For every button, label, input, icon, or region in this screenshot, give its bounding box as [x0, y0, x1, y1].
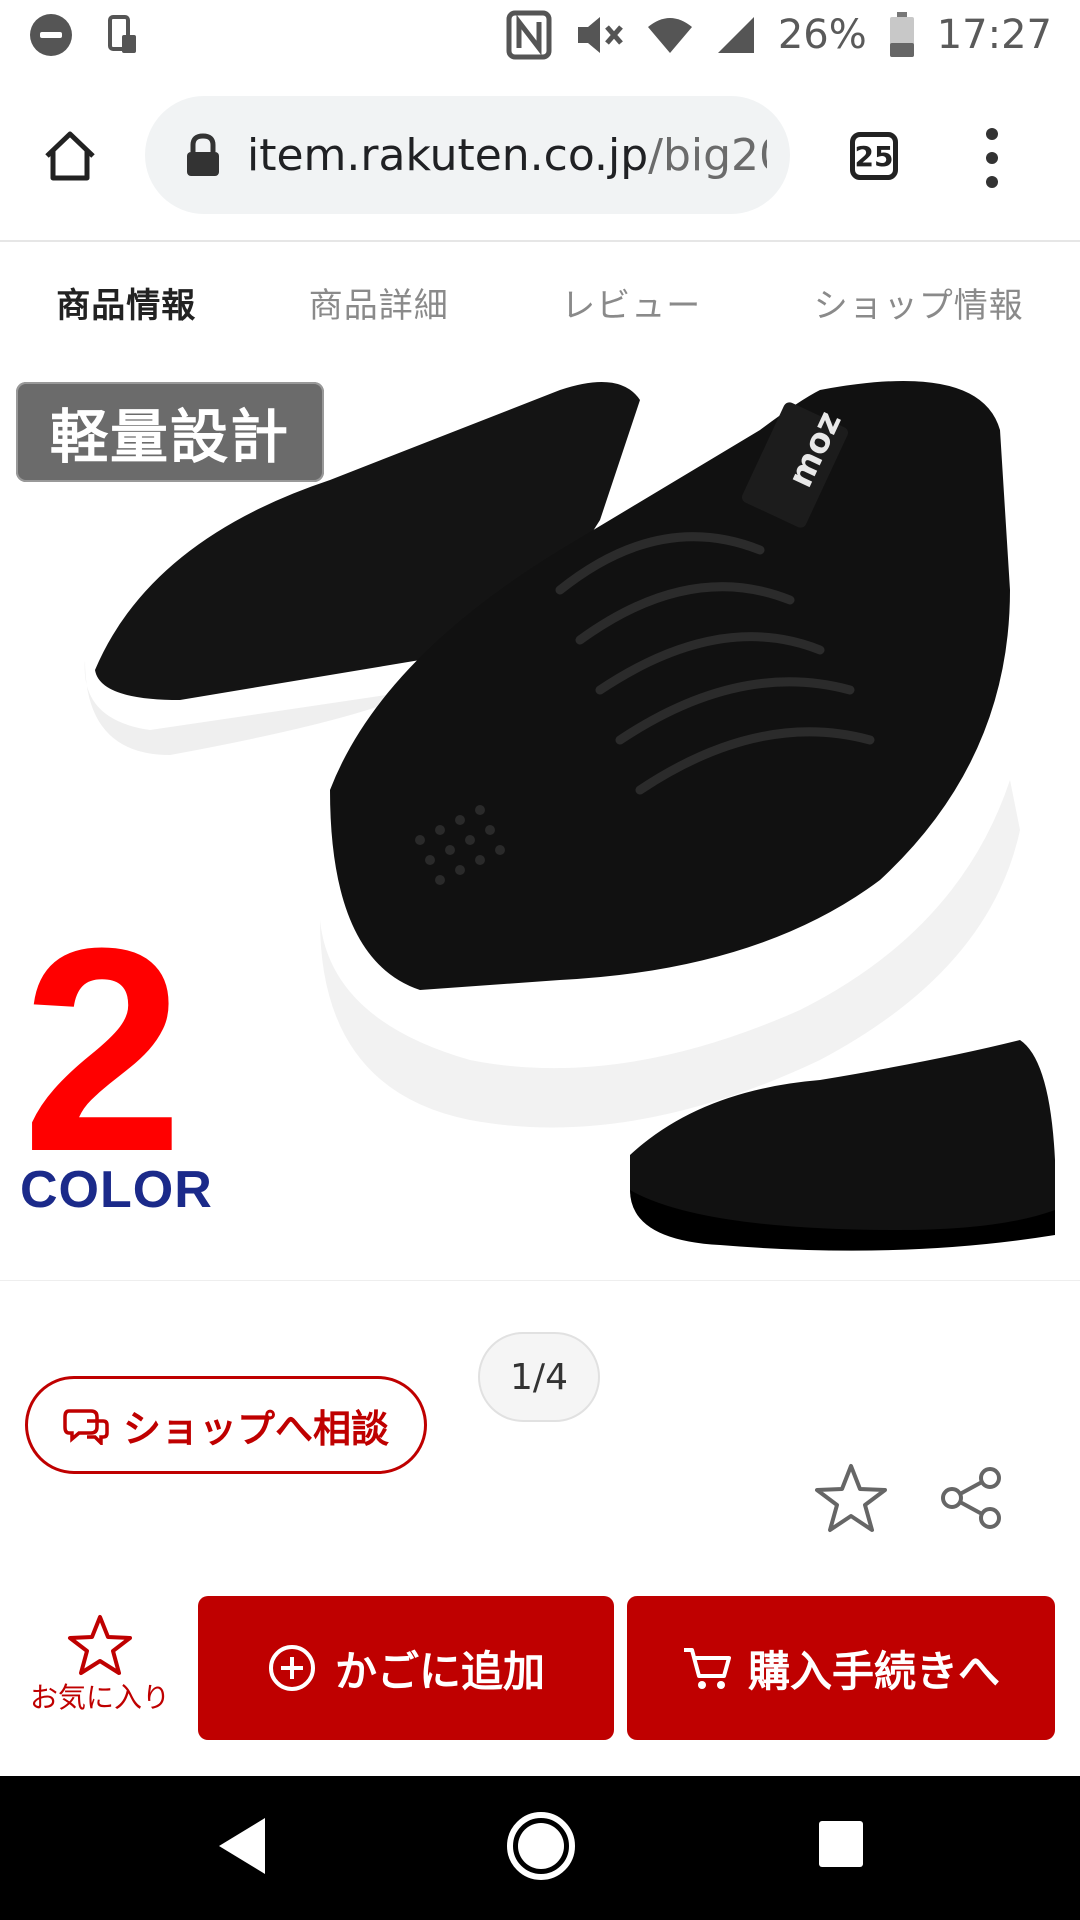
- battery-icon: [889, 12, 914, 57]
- add-to-cart-button[interactable]: かごに追加: [198, 1596, 614, 1740]
- url-host: item.rakuten.co.jp: [247, 129, 649, 181]
- purchase-button[interactable]: 購入手続きへ: [627, 1596, 1055, 1740]
- tab-switcher-button[interactable]: 25: [850, 132, 898, 180]
- home-icon[interactable]: [42, 128, 98, 184]
- url-field[interactable]: item.rakuten.co.jp/big20: [145, 96, 790, 214]
- battery-percent: 26%: [777, 12, 867, 58]
- lock-icon: [187, 133, 219, 176]
- star-outline-icon: [68, 1615, 132, 1675]
- consult-shop-label: ショップへ相談: [122, 1406, 389, 1451]
- status-left: [30, 14, 138, 56]
- wifi-icon: [647, 18, 692, 53]
- browser-toolbar: item.rakuten.co.jp/big20 25: [0, 72, 1080, 242]
- favorite-label: お気に入り: [29, 1681, 170, 1714]
- clock: 17:27: [936, 12, 1052, 58]
- device-icon: [108, 15, 136, 53]
- system-nav-bar: [0, 1776, 1080, 1920]
- recents-icon[interactable]: [816, 1818, 866, 1870]
- add-to-cart-label: かごに追加: [334, 1646, 545, 1696]
- lightweight-badge: 軽量設計: [16, 382, 324, 482]
- color-count-number: 2: [22, 888, 184, 1212]
- favorite-button[interactable]: お気に入り: [20, 1614, 180, 1734]
- purchase-label: 購入手続きへ: [747, 1646, 1000, 1696]
- cart-icon: [683, 1648, 731, 1689]
- mute-icon: [577, 17, 623, 53]
- product-image[interactable]: moz 軽量設計 2 COLOR: [0, 360, 1080, 1281]
- color-label: COLOR: [20, 1161, 213, 1219]
- consult-shop-button[interactable]: ショップへ相談: [25, 1376, 427, 1474]
- nfc-icon: [506, 10, 552, 60]
- chat-icon: [63, 1409, 109, 1445]
- tab-product-info[interactable]: 商品情報: [56, 278, 196, 327]
- favorite-star-icon[interactable]: [815, 1462, 887, 1534]
- status-bar: 26% 17:27: [0, 0, 1080, 72]
- tab-shop-info[interactable]: ショップ情報: [814, 278, 1024, 327]
- tab-reviews[interactable]: レビュー: [561, 278, 701, 327]
- url-text: item.rakuten.co.jp/big20: [247, 130, 767, 181]
- plus-circle-icon: [268, 1645, 315, 1691]
- image-pager: 1/4: [478, 1332, 600, 1422]
- back-icon[interactable]: [215, 1814, 271, 1878]
- cell-signal-icon: [717, 17, 754, 53]
- share-icon[interactable]: [940, 1466, 1004, 1530]
- do-not-disturb-icon: [30, 14, 72, 56]
- overflow-menu-icon[interactable]: [985, 128, 999, 188]
- url-path: /big20: [648, 129, 767, 181]
- tab-product-details[interactable]: 商品詳細: [309, 278, 449, 327]
- status-right: 26% 17:27: [506, 10, 1052, 60]
- home-nav-icon[interactable]: [505, 1810, 577, 1882]
- product-tabs: 商品情報 商品詳細 レビュー ショップ情報: [0, 242, 1080, 362]
